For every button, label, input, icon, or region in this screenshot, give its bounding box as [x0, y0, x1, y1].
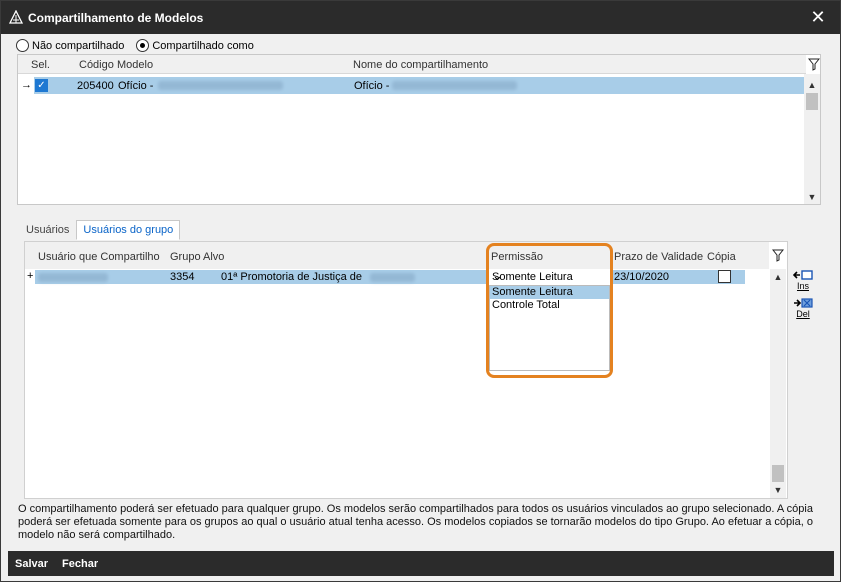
scroll-down-icon[interactable]: ▼: [804, 189, 820, 205]
redacted-text: [158, 81, 283, 90]
insert-label: Ins: [796, 281, 809, 291]
close-button[interactable]: Fechar: [62, 558, 98, 570]
cell-validity: 23/10/2020: [614, 271, 670, 283]
models-scrollbar[interactable]: ▲ ▼: [804, 74, 820, 204]
insert-button[interactable]: Ins: [792, 269, 814, 291]
delete-row-icon: [794, 298, 813, 308]
models-grid: Sel. Código Modelo Nome do compartilhame…: [17, 54, 821, 205]
window-title: Compartilhamento de Modelos: [28, 11, 204, 25]
insert-row-icon: [793, 270, 813, 280]
cell-code: 205400: [77, 80, 114, 92]
radio-not-shared-label: Não compartilhado: [32, 39, 125, 52]
group-scrollbar[interactable]: ▲ ▼: [770, 269, 786, 498]
share-mode-group: Não compartilhado Compartilhado como: [16, 39, 260, 52]
close-icon[interactable]: ✕: [804, 5, 832, 29]
title-bar: Compartilhamento de Modelos ✕: [1, 1, 840, 34]
chevron-down-icon[interactable]: ⌄: [492, 268, 609, 284]
option-read-only[interactable]: Somente Leitura: [490, 286, 609, 299]
tab-group-users[interactable]: Usuários do grupo: [76, 220, 181, 240]
scroll-thumb[interactable]: [772, 465, 784, 482]
row-marker-icon: +: [27, 270, 34, 282]
cell-group-id: 3354: [170, 271, 195, 283]
footer-bar: Salvar Fechar: [8, 551, 834, 576]
col-model: Modelo: [117, 59, 154, 71]
radio-not-shared[interactable]: Não compartilhado: [16, 39, 124, 52]
col-permission: Permissão: [491, 251, 543, 263]
delete-label: Del: [796, 309, 810, 319]
col-code: Código: [79, 59, 114, 71]
tab-strip: Usuários Usuários do grupo: [19, 220, 181, 240]
models-grid-header: Sel. Código Modelo Nome do compartilhame…: [18, 55, 806, 74]
scroll-thumb[interactable]: [806, 93, 818, 110]
group-users-grid: Usuário que Compartilho Grupo Alvo Permi…: [24, 241, 788, 499]
col-sel: Sel.: [31, 59, 50, 71]
redacted-text: [370, 273, 415, 282]
filter-icon[interactable]: [808, 58, 820, 72]
redacted-text: [38, 273, 108, 282]
share-models-dialog: Compartilhamento de Modelos ✕ Não compar…: [0, 0, 841, 582]
cell-group-name: 01ª Promotoria de Justiça de: [221, 271, 363, 283]
col-shared-by-user: Usuário que Compartilho: [38, 251, 160, 263]
row-select-checkbox[interactable]: ✓: [35, 79, 48, 92]
save-button[interactable]: Salvar: [15, 558, 48, 570]
scroll-up-icon[interactable]: ▲: [770, 269, 786, 285]
delete-button[interactable]: Del: [792, 297, 814, 319]
col-target-group: Grupo Alvo: [170, 251, 225, 263]
table-row[interactable]: → ✓ 205400 Ofício - Ofício -: [18, 77, 806, 94]
group-grid-header: Usuário que Compartilho Grupo Alvo Permi…: [25, 242, 769, 269]
redacted-text: [392, 81, 517, 90]
permission-select[interactable]: Somente Leitura ⌄: [489, 268, 611, 284]
option-full-control[interactable]: Controle Total: [490, 299, 609, 312]
radio-circle-off[interactable]: [16, 39, 29, 52]
table-row[interactable]: + 3354 01ª Promotoria de Justiça de Some…: [25, 268, 769, 284]
col-copy: Cópia: [707, 251, 736, 263]
row-pointer-icon: →: [21, 79, 32, 91]
cell-share-name: Ofício -: [354, 80, 390, 92]
info-text: O compartilhamento poderá ser efetuado p…: [18, 503, 813, 541]
radio-shared-as-label: Compartilhado como: [152, 39, 254, 52]
cell-model: Ofício -: [118, 80, 154, 92]
radio-circle-on[interactable]: [136, 39, 150, 52]
copy-checkbox[interactable]: [718, 270, 731, 283]
filter-icon[interactable]: [772, 249, 784, 263]
app-logo-icon: [9, 10, 23, 24]
radio-shared-as[interactable]: Compartilhado como: [136, 39, 254, 52]
col-validity: Prazo de Validade: [614, 251, 704, 263]
scroll-down-icon[interactable]: ▼: [770, 482, 786, 498]
permission-dropdown-list: Somente Leitura Controle Total: [489, 285, 610, 371]
scroll-up-icon[interactable]: ▲: [804, 77, 820, 93]
col-share-name: Nome do compartilhamento: [353, 59, 489, 71]
tab-users[interactable]: Usuários: [19, 220, 76, 240]
